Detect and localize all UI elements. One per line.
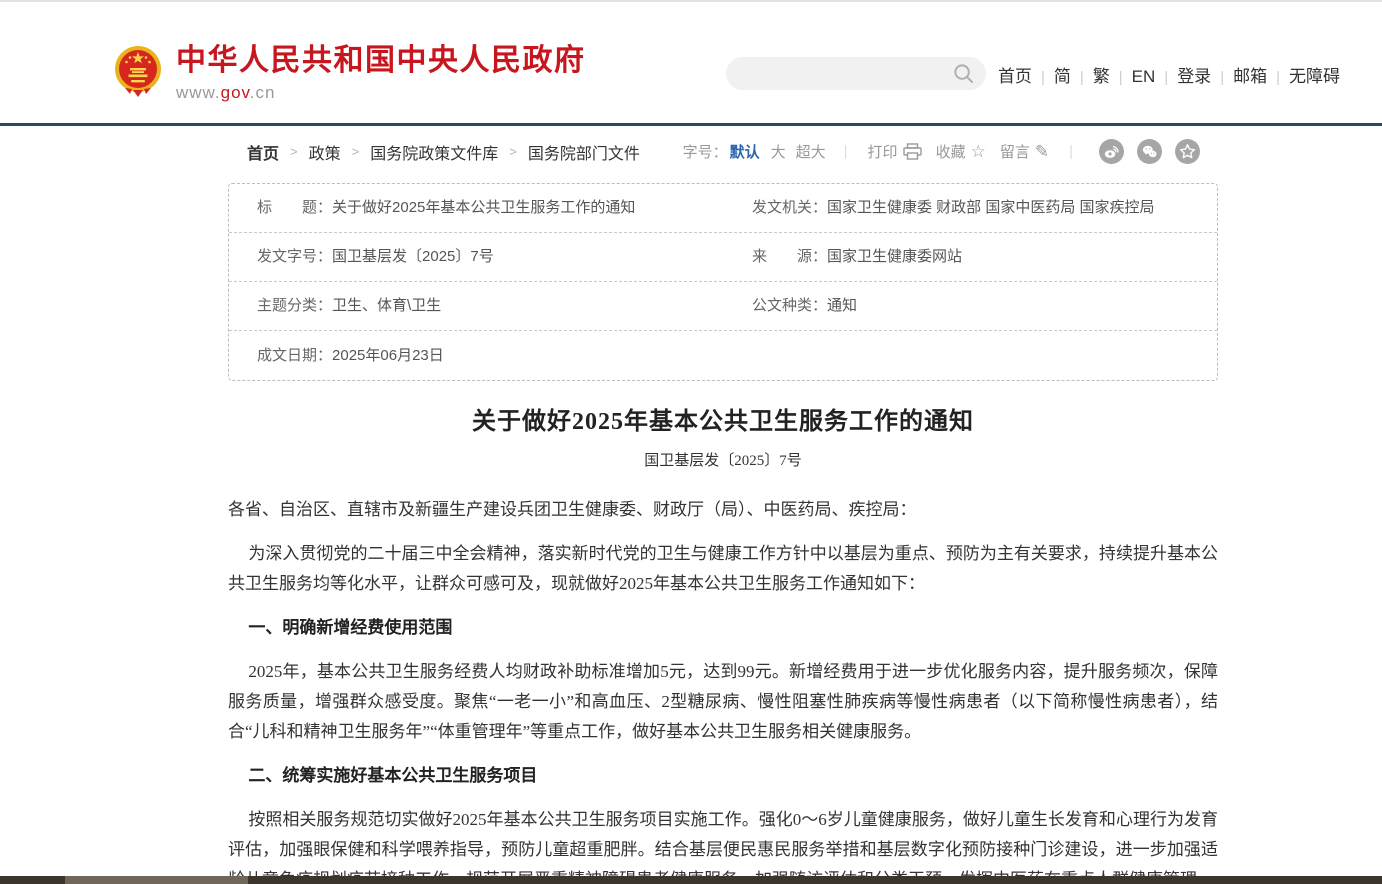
nav-separator: | [1071, 69, 1093, 86]
document-body: 关于做好2025年基本公共卫生服务工作的通知 国卫基层发〔2025〕7号 各省、… [228, 401, 1218, 884]
page-toolbar: 字号： 默认 大 超大 | 打印 收藏 ☆ 留言 ✎ | [683, 139, 1200, 164]
font-size-large-button[interactable]: 大 [771, 141, 786, 162]
meta-value-subject-category: 卫生、体育\卫生 [332, 295, 441, 317]
print-label: 打印 [868, 141, 898, 162]
nav-login[interactable]: 登录 [1177, 67, 1211, 86]
site-url: www.gov.cn [176, 83, 586, 103]
nav-separator: | [1110, 69, 1132, 86]
search-box[interactable] [726, 57, 986, 90]
nav-accessibility[interactable]: 无障碍 [1289, 67, 1340, 86]
paragraph: 按照相关服务规范切实做好2025年基本公共卫生服务项目实施工作。强化0～6岁儿童… [228, 805, 1218, 884]
content-wrapper: 首页 > 政策 > 国务院政策文件库 > 国务院部门文件 字号： 默认 大 超大… [228, 126, 1218, 884]
site-header: 中华人民共和国中央人民政府 www.gov.cn 首页|简|繁|EN|登录|邮箱… [0, 2, 1382, 123]
weibo-icon [1103, 143, 1120, 160]
meta-label-date: 成文日期： [257, 345, 332, 367]
search-icon[interactable] [953, 63, 974, 84]
meta-label-document-type: 公文种类： [752, 295, 827, 317]
nav-mail[interactable]: 邮箱 [1233, 67, 1267, 86]
table-row: 标 题：关于做好2025年基本公共卫生服务工作的通知 发文机关：国家卫生健康委 … [229, 184, 1217, 233]
share-qzone-button[interactable] [1175, 139, 1200, 164]
document-number: 国卫基层发〔2025〕7号 [228, 449, 1218, 470]
table-row: 主题分类：卫生、体育\卫生 公文种类：通知 [229, 282, 1217, 331]
search-input[interactable] [742, 57, 952, 90]
chevron-right-icon: > [290, 144, 298, 159]
national-emblem-icon [113, 44, 163, 100]
section-heading-1: 一、明确新增经费使用范围 [228, 613, 1218, 643]
document-metadata-table: 标 题：关于做好2025年基本公共卫生服务工作的通知 发文机关：国家卫生健康委 … [228, 183, 1218, 381]
meta-value-document-number: 国卫基层发〔2025〕7号 [332, 246, 494, 268]
pencil-icon: ✎ [1035, 142, 1049, 162]
nav-english[interactable]: EN [1132, 67, 1156, 86]
top-navigation: 首页|简|繁|EN|登录|邮箱|无障碍 [998, 62, 1340, 87]
site-title: 中华人民共和国中央人民政府 [176, 44, 586, 78]
share-wechat-button[interactable] [1137, 139, 1162, 164]
meta-value-title: 关于做好2025年基本公共卫生服务工作的通知 [332, 197, 635, 219]
nav-separator: | [1267, 69, 1289, 86]
meta-value-issuing-agency: 国家卫生健康委 财政部 国家中医药局 国家疾控局 [827, 197, 1155, 219]
toolbar-separator: | [844, 143, 848, 160]
font-size-default-button[interactable]: 默认 [730, 141, 760, 162]
font-size-xlarge-button[interactable]: 超大 [796, 141, 826, 162]
star-outline-icon: ☆ [971, 142, 986, 162]
font-size-label: 字号： [683, 141, 728, 162]
nav-simplified[interactable]: 简 [1054, 67, 1071, 86]
horizontal-scrollbar[interactable] [0, 876, 1382, 884]
star-badge-icon [1179, 143, 1196, 160]
url-gov: gov [221, 83, 250, 102]
breadcrumb: 首页 > 政策 > 国务院政策文件库 > 国务院部门文件 [247, 140, 640, 164]
comment-label: 留言 [1000, 141, 1030, 162]
nav-separator: | [1032, 69, 1054, 86]
wechat-icon [1141, 143, 1158, 160]
chevron-right-icon: > [509, 144, 517, 159]
favorite-button[interactable]: 收藏 ☆ [936, 141, 986, 162]
page-title: 关于做好2025年基本公共卫生服务工作的通知 [228, 401, 1218, 436]
meta-label-issuing-agency: 发文机关： [752, 197, 827, 219]
meta-value-document-type: 通知 [827, 295, 857, 317]
nav-separator: | [1211, 69, 1233, 86]
meta-label-title: 标 题： [257, 197, 332, 219]
paragraph: 2025年，基本公共卫生服务经费人均财政补助标准增加5元，达到99元。新增经费用… [228, 657, 1218, 747]
favorite-label: 收藏 [936, 141, 966, 162]
section-heading-2: 二、统筹实施好基本公共卫生服务项目 [228, 761, 1218, 791]
breadcrumb-home[interactable]: 首页 [247, 140, 279, 164]
meta-label-subject-category: 主题分类： [257, 295, 332, 317]
print-button[interactable]: 打印 [868, 141, 922, 162]
table-row: 发文字号：国卫基层发〔2025〕7号 来 源：国家卫生健康委网站 [229, 233, 1217, 282]
site-logo[interactable]: 中华人民共和国中央人民政府 www.gov.cn [113, 44, 586, 103]
nav-home[interactable]: 首页 [998, 67, 1032, 86]
url-www: www. [176, 83, 221, 102]
comment-button[interactable]: 留言 ✎ [1000, 141, 1049, 162]
chevron-right-icon: > [352, 144, 360, 159]
url-cn: .cn [250, 83, 276, 102]
toolbar-separator: | [1069, 143, 1073, 160]
salutation-paragraph: 各省、自治区、直辖市及新疆生产建设兵团卫生健康委、财政厅（局）、中医药局、疾控局… [228, 495, 1218, 525]
paragraph: 为深入贯彻党的二十届三中全会精神，落实新时代党的卫生与健康工作方针中以基层为重点… [228, 539, 1218, 599]
table-row: 成文日期：2025年06月23日 [229, 331, 1217, 380]
printer-icon [903, 143, 922, 160]
meta-label-source: 来 源： [752, 246, 827, 268]
breadcrumb-policy-library[interactable]: 国务院政策文件库 [370, 140, 498, 164]
meta-value-date: 2025年06月23日 [332, 345, 444, 367]
meta-value-source: 国家卫生健康委网站 [827, 246, 962, 268]
share-weibo-button[interactable] [1099, 139, 1124, 164]
breadcrumb-department-documents[interactable]: 国务院部门文件 [528, 140, 640, 164]
breadcrumb-policy[interactable]: 政策 [309, 140, 341, 164]
meta-label-document-number: 发文字号： [257, 246, 332, 268]
nav-separator: | [1155, 69, 1177, 86]
scrollbar-thumb[interactable] [65, 876, 248, 884]
nav-traditional[interactable]: 繁 [1093, 67, 1110, 86]
